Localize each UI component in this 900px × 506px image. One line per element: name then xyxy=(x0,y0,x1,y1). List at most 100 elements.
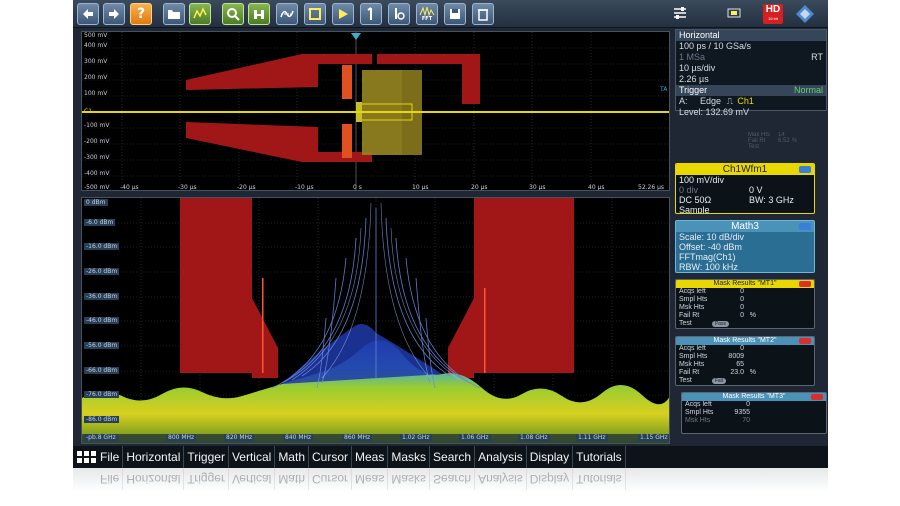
x-tick-label: 800 MHz xyxy=(166,434,197,441)
mt3-value: 0 xyxy=(746,401,750,408)
menu-analysis[interactable]: Analysis xyxy=(475,446,527,468)
mt2-value: 23.0 xyxy=(730,369,744,376)
math3-waveform-box[interactable]: Math3 Scale: 10 dB/div Offset: -40 dBm F… xyxy=(675,220,815,273)
y-tick-label: 100 mV xyxy=(84,90,108,97)
menu-horizontal[interactable]: Horizontal xyxy=(123,446,185,468)
mask-results-mt3[interactable]: Mask Results "MT3" Acqs left 0 Smpl Hts 93… xyxy=(681,392,827,434)
save-icon[interactable] xyxy=(444,3,466,25)
mt2-value: 0 xyxy=(740,345,744,352)
fft-icon[interactable]: FFT xyxy=(416,3,438,25)
mt3-row: Smpl Hts 9355 xyxy=(682,409,826,417)
autoset-icon[interactable] xyxy=(189,3,211,25)
x-tick-label: -20 µs xyxy=(237,184,256,191)
x-tick-label: 10 µs xyxy=(412,184,429,191)
mt2-row: Smpl Hts 8009 xyxy=(676,353,814,361)
trigger-position-marker[interactable]: TA xyxy=(660,86,667,93)
menu-meas[interactable]: Meas xyxy=(352,446,389,468)
x-tick-label: 40 µs xyxy=(588,184,605,191)
undo-icon[interactable] xyxy=(77,3,99,25)
math3-function: FFTmag(Ch1) xyxy=(679,252,736,262)
app-grid-icon[interactable] xyxy=(75,446,97,468)
cursor-icon[interactable] xyxy=(332,3,354,25)
ch1-waveform-box[interactable]: Ch1Wfm1 100 mV/div 0 div 0 V DC 50Ω BW: 3 … xyxy=(675,163,815,214)
spectrum-plot[interactable]: 0 dBm -6.0 dBm -16.0 dBm -26.0 dBm -36.0… xyxy=(81,197,670,444)
menu-math[interactable]: Math xyxy=(275,446,309,468)
mask-results-mt1[interactable]: Mask Results "MT1" Acqs left 0 Smpl Hts 0 … xyxy=(675,279,815,329)
ch1-title: Ch1Wfm1 xyxy=(722,164,768,175)
mt2-key: Smpl Hts xyxy=(679,353,708,360)
mt3-value: 70 xyxy=(742,417,750,424)
x-tick-label: -40 µs xyxy=(120,184,139,191)
fft-label: FFT xyxy=(421,16,433,22)
mt3-key: Smpl Hts xyxy=(685,409,714,416)
mt2-close-icon[interactable] xyxy=(799,338,811,344)
x-tick-label: 52.26 µs xyxy=(638,184,665,191)
horizontal-record-row: 1 MSa RT xyxy=(676,52,826,63)
math3-offset: Offset: -40 dBm xyxy=(679,242,742,252)
ch1-offset-v: 0 V xyxy=(749,185,763,195)
measure-icon[interactable] xyxy=(276,3,298,25)
histogram-icon[interactable] xyxy=(248,3,270,25)
mt1-close-icon[interactable] xyxy=(799,281,811,287)
math-icon[interactable] xyxy=(360,3,382,25)
math3-title: Math3 xyxy=(731,221,759,232)
ch1-header: Ch1Wfm1 xyxy=(676,164,814,175)
y-tick-label: -400 mV xyxy=(84,170,110,177)
rohde-schwarz-logo-icon xyxy=(795,4,815,24)
delete-icon[interactable] xyxy=(472,3,494,25)
zoom-icon[interactable] xyxy=(222,3,244,25)
horizontal-trigger-box[interactable]: Horizontal 100 ps / 10 GSa/s 1 MSa RT 10… xyxy=(675,29,827,117)
menu-cursor[interactable]: Cursor xyxy=(309,446,353,468)
mask-results-mt2[interactable]: Mask Results "MT2" Acqs left 0 Smpl Hts 80… xyxy=(675,336,815,386)
mask-icon[interactable] xyxy=(304,3,326,25)
trigger-slot: A: xyxy=(679,96,688,106)
open-folder-icon[interactable] xyxy=(163,3,185,25)
mt3-close-icon[interactable] xyxy=(811,394,823,400)
reflection-item: Horizontal xyxy=(123,468,185,490)
y-tick-label: -66.0 dBm xyxy=(84,367,120,374)
mt1-header: Mask Results "MT1" xyxy=(676,280,814,288)
trigger-mode: Normal xyxy=(793,85,823,95)
menu-search[interactable]: Search xyxy=(430,446,476,468)
time-domain-plot[interactable]: 500 mV 400 mV 300 mV 200 mV 100 mV C1 -1… xyxy=(81,31,670,191)
mt1-row: Msk Hts 0 xyxy=(676,304,814,312)
mt1-key: Msk Hts xyxy=(679,304,705,311)
signal-bar-icon[interactable] xyxy=(669,3,691,25)
hd-sub: 16 bit xyxy=(768,16,778,21)
reference-icon[interactable] xyxy=(388,3,410,25)
horizontal-position: 2.26 µs xyxy=(679,74,709,84)
ch1-menu-icon[interactable] xyxy=(799,166,811,173)
menu-tutorials[interactable]: Tutorials xyxy=(573,446,626,468)
mt2-row: Fail Rt 23.0% xyxy=(676,369,814,377)
menu-file[interactable]: File xyxy=(97,446,124,468)
ch1-scale: 100 mV/div xyxy=(679,175,725,185)
ch1-level-marker[interactable]: C1 xyxy=(84,108,92,115)
x-tick-label: 1.06 GHz xyxy=(459,434,491,441)
y-tick-label: 0 dBm xyxy=(84,199,108,206)
math3-menu-icon[interactable] xyxy=(799,223,811,230)
help-icon[interactable]: ? xyxy=(130,3,152,25)
y-tick-label: -46.0 dBm xyxy=(84,317,120,324)
menu-vertical[interactable]: Vertical xyxy=(229,446,276,468)
trigger-title: Trigger xyxy=(679,85,708,95)
mt1-title: Mask Results "MT1" xyxy=(713,280,777,287)
y-tick-label: -76.0 dBm xyxy=(84,391,120,398)
menu-masks[interactable]: Masks xyxy=(388,446,431,468)
x-tick-label: 820 MHz xyxy=(224,434,255,441)
mt3-header: Mask Results "MT3" xyxy=(682,393,826,401)
mt2-unit: % xyxy=(749,369,756,376)
ghost-row-key: Test xyxy=(748,144,760,150)
redo-icon[interactable] xyxy=(103,3,125,25)
x-tick-label: 30 µs xyxy=(529,184,546,191)
ch1-coupling: DC 50Ω xyxy=(679,195,712,205)
oscilloscope-screen: ? FFT HD 16 bit 500 mV 400 mV 300 mV 200… xyxy=(73,0,828,468)
y-tick-label: -16.0 dBm xyxy=(84,243,120,250)
mt1-value: 0 xyxy=(740,296,744,303)
math3-scale: Scale: 10 dB/div xyxy=(679,232,745,242)
ghost-row-val: 6.52 xyxy=(778,138,790,144)
menu-trigger[interactable]: Trigger xyxy=(184,446,229,468)
menu-display[interactable]: Display xyxy=(527,446,574,468)
trigger-source: Ch1 xyxy=(737,96,754,106)
ch1-offset-row: 0 div 0 V xyxy=(676,185,814,195)
x-tick-label: 840 MHz xyxy=(283,434,314,441)
